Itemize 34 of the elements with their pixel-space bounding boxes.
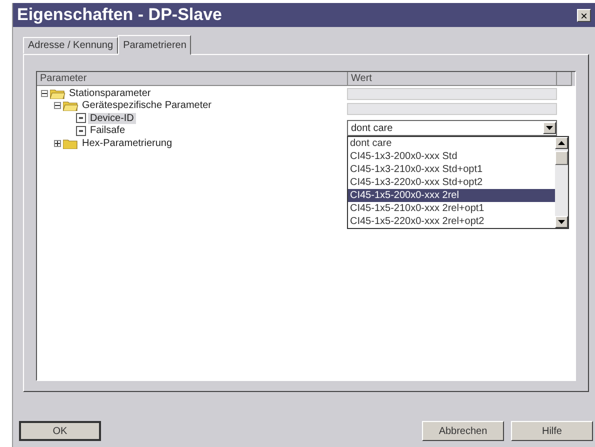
tree-item[interactable]: Device-ID (88, 112, 136, 124)
window-title: Eigenschaften - DP-Slave (17, 5, 222, 25)
dropdown-option[interactable]: CI45-1x5-200x0-xxx 2rel (348, 189, 555, 202)
tab[interactable]: Parametrieren (118, 35, 192, 55)
folder-icon (63, 100, 78, 112)
dialog-button[interactable]: Abbrechen (422, 421, 504, 441)
dropdown-option[interactable]: CI45-1x3-200x0-xxx Std (348, 150, 555, 163)
dropdown-option[interactable]: dont care (348, 137, 555, 150)
scroll-thumb[interactable] (555, 151, 568, 165)
ok-button[interactable]: OK (19, 421, 101, 441)
dropdown-option[interactable]: CI45-1x5-220x0-xxx 2rel+opt2 (348, 215, 555, 228)
tree-item[interactable]: Gerätespezifische Parameter (80, 100, 214, 112)
dropdown-option[interactable]: CI45-1x5-210x0-xxx 2rel+opt1 (348, 202, 555, 215)
parameter-icon (76, 113, 86, 124)
folder-icon (63, 138, 78, 149)
value-dropdown[interactable]: dont care (347, 120, 557, 136)
folder-icon (50, 88, 65, 99)
column-header[interactable]: Parameter (37, 72, 348, 86)
scroll-up-icon[interactable] (555, 137, 568, 149)
expand-toggle[interactable] (54, 140, 61, 147)
parameter-icon (76, 126, 86, 136)
tree-item[interactable]: Failsafe (88, 125, 128, 136)
dropdown-option[interactable]: CI45-1x3-220x0-xxx Std+opt2 (348, 176, 555, 189)
collapse-toggle[interactable] (54, 102, 61, 110)
dialog-button[interactable]: Hilfe (511, 421, 593, 441)
collapse-toggle[interactable] (41, 90, 48, 97)
tab[interactable]: Adresse / Kennung (23, 37, 118, 54)
column-header[interactable]: Wert (348, 72, 557, 86)
tree-item[interactable]: Hex-Parametrierung (80, 138, 174, 149)
close-button[interactable]: × (577, 8, 591, 22)
dropdown-option[interactable]: CI45-1x3-210x0-xxx Std+opt1 (348, 163, 555, 176)
scrollbar[interactable] (555, 137, 568, 228)
scroll-down-icon[interactable] (555, 216, 568, 228)
tree-item[interactable]: Stationsparameter (67, 88, 153, 99)
